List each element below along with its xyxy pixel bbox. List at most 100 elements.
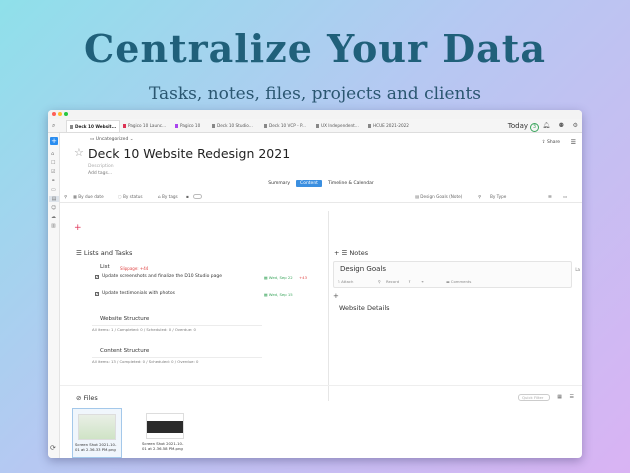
column-divider (328, 211, 329, 401)
tab-content[interactable]: Content (296, 180, 322, 187)
list-group-title[interactable]: Content Structure (100, 348, 149, 354)
document-icon (368, 124, 371, 128)
tab-summary[interactable]: Summary (264, 180, 294, 187)
inbox-icon[interactable]: ☐ (51, 160, 55, 166)
tab-hcue[interactable]: HCUE 2021-2022 (365, 120, 419, 132)
tab-deck10-vcp[interactable]: Deck 10 VCP - P... (261, 120, 313, 132)
filter-by-tags[interactable]: ⌂ By tags (158, 194, 178, 199)
files-divider (60, 385, 582, 386)
tab-timeline-calendar[interactable]: Timeline & Calendar (324, 180, 378, 187)
cloud-icon[interactable]: ☁ (51, 214, 56, 220)
document-icon (175, 124, 178, 128)
attach-button[interactable]: ⌇ Attach (338, 279, 353, 284)
filter-bar: ⚲ ▦ By due date ◌ By status ⌂ By tags ▪ … (60, 193, 582, 203)
filter-by-type[interactable]: By Type (490, 194, 506, 199)
category-selector[interactable]: ▭ Uncategorized ⌄ (90, 137, 134, 142)
tab-pagico10[interactable]: Pagico 10 (172, 120, 208, 132)
description-field[interactable]: Description (88, 164, 114, 169)
tab-deck10-studio[interactable]: Deck 10 Studio... (209, 120, 261, 132)
note-card[interactable]: Design Goals ⌇ Attach ⚲ Record ⇪ ⚭ ▬ Com… (333, 261, 572, 288)
grid-view-icon[interactable]: ▦ (557, 394, 562, 400)
home-icon[interactable]: ⌂ (51, 151, 54, 157)
filter-design-goals[interactable]: ▤ Design Goals (Note) (415, 194, 462, 199)
group-divider (92, 357, 262, 358)
project-icon[interactable]: ▤ (49, 196, 59, 202)
list-view-icon[interactable]: ☰ (548, 194, 552, 199)
calendar-icon[interactable]: ▪ (186, 194, 189, 199)
location-icon[interactable]: ⚲ (378, 279, 381, 284)
list-group-stats: All items: 1 / Completed: 0 / Scheduled:… (92, 327, 196, 332)
add-section-button[interactable]: + (74, 223, 82, 233)
filter-by-due-date[interactable]: ▦ By due date (73, 194, 104, 199)
notes-heading: + ☰ Notes (334, 249, 369, 257)
file-thumbnail (78, 414, 116, 440)
task-item[interactable]: ✓ Update testimonials with photos (95, 291, 224, 298)
completed-toggle[interactable] (193, 194, 202, 199)
hero-subtitle: Tasks, notes, files, projects and client… (148, 84, 482, 104)
app-window: ⌕ Deck 10 Websit...× Pagico 10 Launc... … (48, 110, 582, 458)
file-item[interactable]: Screen Shot 2021-10-01 at 2.36.33 PM.png (72, 408, 122, 458)
chevron-down-icon: ⌄ (128, 137, 134, 142)
file-item[interactable]: Screen Shot 2021-10-01 at 2.36.58 PM.png (140, 408, 190, 458)
list-view-icon[interactable]: ☰ (570, 394, 574, 400)
filter-icon[interactable]: ⚲ (478, 194, 481, 199)
tab-pagico10-launch[interactable]: Pagico 10 Launc... (120, 120, 172, 132)
window-titlebar (48, 110, 582, 119)
panel-icon[interactable]: ▭ (563, 194, 567, 199)
filter-by-status[interactable]: ◌ By status (118, 194, 143, 199)
contact-icon[interactable]: ☺ (51, 205, 56, 211)
sync-icon[interactable]: ⟳ (50, 444, 56, 452)
archive-icon[interactable]: ▥ (51, 223, 56, 229)
task-checkbox[interactable]: ✓ (95, 292, 99, 296)
file-name: Screen Shot 2021-10-01 at 2.36.33 PM.png (75, 442, 117, 452)
group-divider (92, 325, 262, 326)
minimize-window-button[interactable] (58, 112, 62, 116)
view-switcher: Summary Content Timeline & Calendar (60, 180, 582, 190)
slippage-badge: Slippage: +44 (120, 266, 149, 271)
side-label: La (575, 267, 580, 272)
folder-icon[interactable]: ▭ (51, 187, 56, 193)
user-icon[interactable]: ⚉ (559, 122, 564, 129)
list-group-title[interactable]: Website Structure (100, 316, 149, 322)
filter-icon[interactable]: ⚲ (64, 194, 67, 199)
task-item[interactable]: ✓ Update screenshots and finalize the D1… (95, 274, 224, 281)
gear-icon[interactable]: ⚙ (573, 122, 578, 129)
list-title[interactable]: List (100, 264, 110, 270)
share-button[interactable]: ⇪ Share (542, 140, 560, 145)
link-icon[interactable]: ⚭ (421, 279, 424, 284)
search-icon[interactable]: ⌕ (52, 122, 55, 130)
zoom-window-button[interactable] (64, 112, 68, 116)
paperclip-icon: ⊘ (76, 394, 84, 402)
note-title[interactable]: Design Goals (340, 265, 386, 273)
today-count-badge: 3 (530, 123, 539, 132)
files-heading: ⊘ Files (76, 394, 98, 402)
star-icon[interactable]: ☆ (74, 146, 84, 159)
project-title[interactable]: Deck 10 Website Redesign 2021 (88, 146, 290, 161)
tab-ux-independent[interactable]: UX Independent... (313, 120, 365, 132)
lists-tasks-heading: ☰ Lists and Tasks (76, 249, 133, 257)
files-filter-input[interactable]: Quick Filter (518, 394, 550, 401)
today-button[interactable]: Today 3 (508, 120, 539, 132)
plus-icon[interactable]: + (334, 249, 342, 257)
tab-deck10-website[interactable]: Deck 10 Websit...× (66, 120, 120, 132)
add-item-button[interactable]: + (50, 137, 58, 145)
share-icon[interactable]: ⇪ (408, 279, 411, 284)
bell-icon[interactable]: 🔔︎ (542, 122, 550, 129)
main-content: ▭ Uncategorized ⌄ ⇪ Share ☰ ☆ Deck 10 We… (60, 133, 582, 458)
document-icon (123, 124, 126, 128)
add-tags-button[interactable]: Add tags... (88, 171, 112, 176)
file-name: Screen Shot 2021-10-01 at 2.36.58 PM.png (142, 441, 184, 451)
list-group-stats: All items: 13 / Completed: 0 / Scheduled… (92, 359, 199, 364)
note-title[interactable]: Website Details (339, 304, 390, 312)
close-window-button[interactable] (52, 112, 56, 116)
link-icon[interactable]: ⚭ (51, 178, 55, 184)
task-due-date: ▦ Wed, Sep 22 (264, 275, 293, 280)
task-checkbox[interactable]: ✓ (95, 275, 99, 279)
record-button[interactable]: Record (386, 279, 399, 284)
checklist-icon[interactable]: ☑ (51, 169, 55, 175)
menu-icon[interactable]: ☰ (571, 139, 576, 146)
task-due-date: ▦ Wed, Sep 15 (264, 292, 293, 297)
comments-button[interactable]: ▬ Comments (446, 279, 471, 284)
add-note-button[interactable]: + (333, 292, 339, 300)
task-slippage: +43 (299, 275, 308, 280)
